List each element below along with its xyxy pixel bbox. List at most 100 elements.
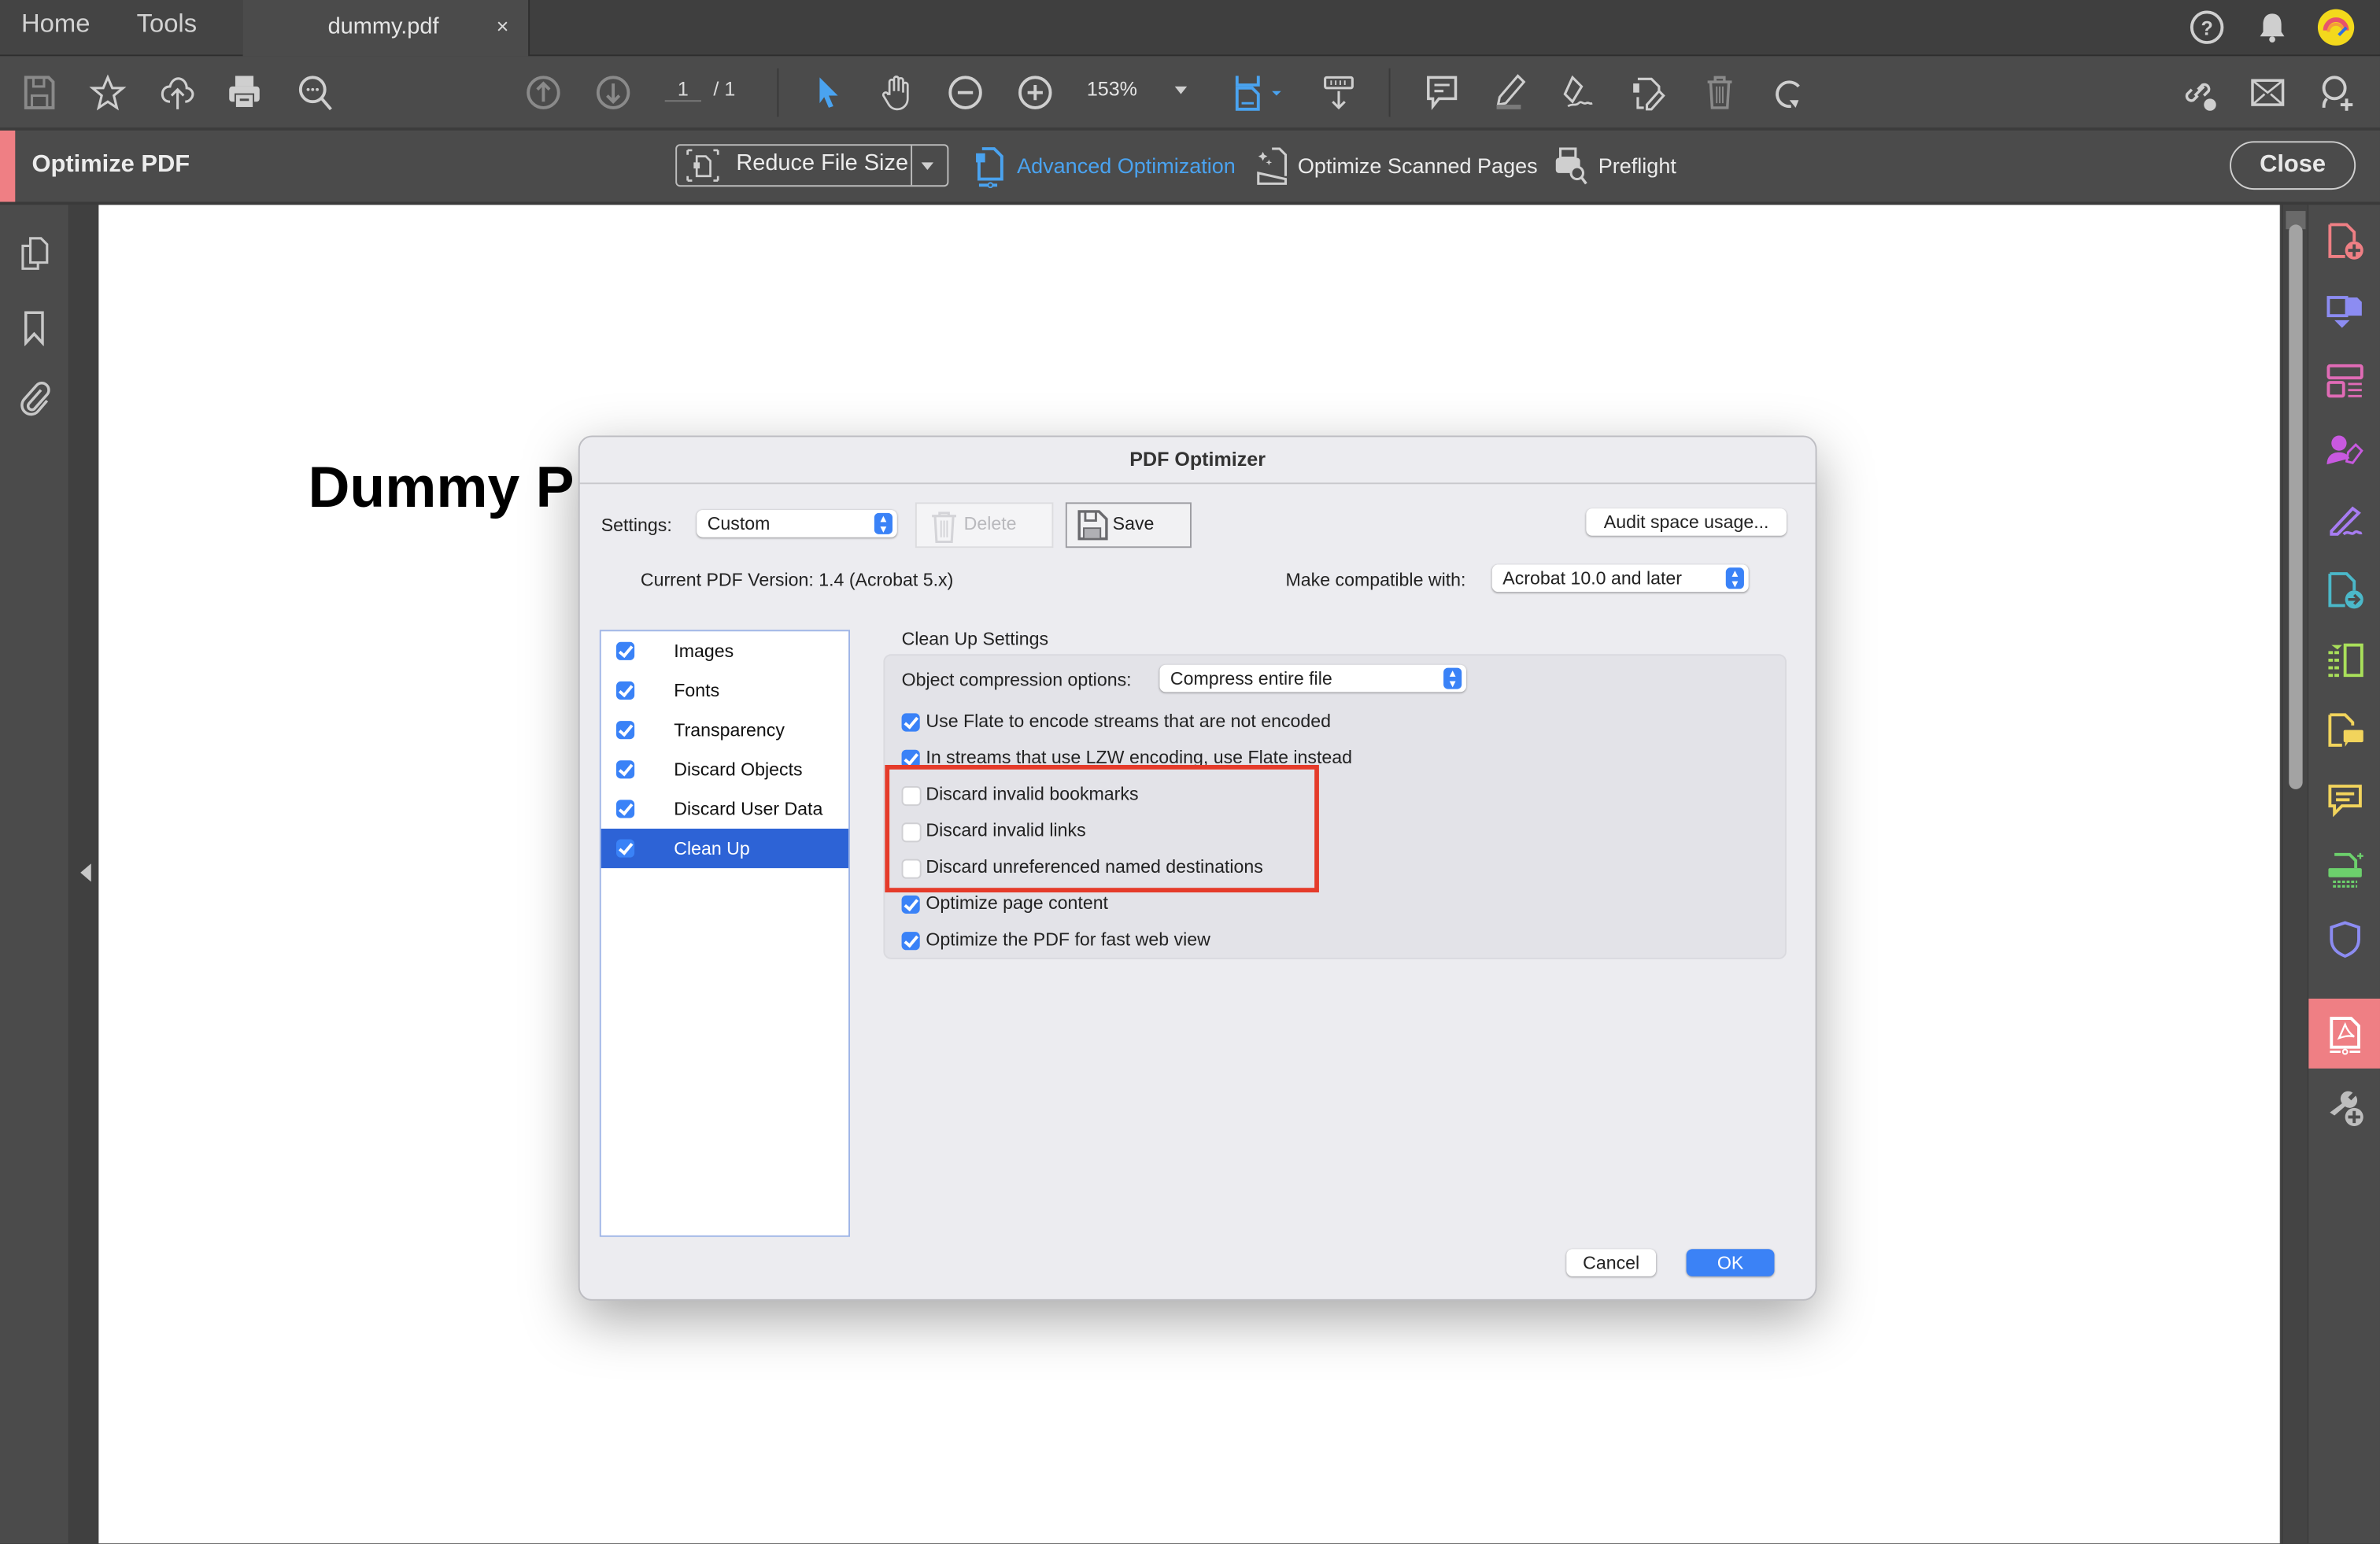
category-checkbox[interactable] xyxy=(615,681,635,700)
rotate-icon[interactable] xyxy=(1768,73,1808,113)
select-icon[interactable] xyxy=(809,73,848,113)
settings-select-value: Custom xyxy=(707,512,771,534)
preflight-link[interactable]: Preflight xyxy=(1598,153,1676,178)
cloud-upload-icon[interactable] xyxy=(158,73,198,113)
print-icon[interactable] xyxy=(224,73,264,113)
find-icon[interactable] xyxy=(296,73,335,113)
optimize-scanned-icon[interactable] xyxy=(1255,146,1288,185)
combine-files-tool[interactable] xyxy=(2308,275,2380,345)
audit-space-usage-button[interactable]: Audit space usage... xyxy=(1586,508,1787,536)
reduce-file-size-button[interactable]: Reduce File Size xyxy=(675,144,949,187)
previous-page-icon[interactable] xyxy=(523,73,563,113)
category-images[interactable]: Images xyxy=(601,631,848,670)
ok-button[interactable]: OK xyxy=(1686,1249,1775,1276)
vertical-scrollbar[interactable] xyxy=(2281,205,2309,1544)
optimize-pdf-icon xyxy=(2330,1017,2360,1055)
optimize-scanned-pages-link[interactable]: Optimize Scanned Pages xyxy=(1298,153,1538,178)
floppy-disk-icon xyxy=(1077,510,1108,541)
dialog-title: PDF Optimizer xyxy=(1129,447,1266,471)
advanced-optimization-icon[interactable] xyxy=(973,146,1006,189)
annotation-highlight-box xyxy=(885,764,1319,892)
scroll-mode-icon[interactable] xyxy=(1319,73,1358,113)
category-label: Discard User Data xyxy=(674,798,823,820)
category-discard-user-data[interactable]: Discard User Data xyxy=(601,789,848,829)
optimizer-category-list: Images Fonts Transparency Discard Object… xyxy=(599,630,850,1237)
document-tab[interactable]: dummy.pdf × xyxy=(242,0,530,57)
help-icon[interactable]: ? xyxy=(2187,8,2227,47)
close-tool-button[interactable]: Close xyxy=(2230,141,2356,190)
zoom-out-icon[interactable] xyxy=(945,73,985,113)
compression-select[interactable]: Compress entire file ▴ ▾ xyxy=(1159,664,1466,693)
save-preset-button[interactable]: Save xyxy=(1065,502,1192,549)
category-label: Discard Objects xyxy=(674,759,803,781)
cancel-button[interactable]: Cancel xyxy=(1566,1249,1657,1276)
star-icon[interactable] xyxy=(88,73,128,113)
delete-icon[interactable] xyxy=(1700,73,1739,113)
optimize-pdf-tool[interactable] xyxy=(2308,998,2380,1069)
page-number-input[interactable]: 1 xyxy=(664,77,701,102)
tab-tools[interactable]: Tools xyxy=(137,9,198,40)
scrollbar-thumb[interactable] xyxy=(2289,224,2303,789)
category-checkbox[interactable] xyxy=(615,721,635,740)
settings-select[interactable]: Custom ▴ ▾ xyxy=(697,509,897,537)
bookmarks-icon[interactable] xyxy=(17,309,53,346)
request-signatures-tool[interactable] xyxy=(2308,414,2380,484)
edit-pdf-icon[interactable] xyxy=(1628,73,1668,113)
category-checkbox[interactable] xyxy=(615,800,635,818)
split-divider xyxy=(911,146,913,186)
collapse-pane-icon[interactable] xyxy=(80,863,91,882)
category-clean-up[interactable]: Clean Up xyxy=(601,828,849,869)
organize-pages-tool[interactable] xyxy=(2308,345,2380,415)
category-discard-objects[interactable]: Discard Objects xyxy=(601,750,848,789)
settings-stepper-icon: ▴ ▾ xyxy=(874,512,893,535)
account-avatar[interactable] xyxy=(2316,8,2356,47)
option-checkbox[interactable] xyxy=(901,713,920,732)
more-tools[interactable] xyxy=(2308,1072,2380,1142)
share-link-icon[interactable] xyxy=(2178,73,2217,113)
create-pdf-icon xyxy=(2328,223,2363,260)
zoom-chevron-down-icon[interactable] xyxy=(1174,86,1188,94)
option-checkbox[interactable] xyxy=(901,932,920,951)
comment-tool[interactable] xyxy=(2308,763,2380,833)
tab-home[interactable]: Home xyxy=(21,9,90,40)
category-fonts[interactable]: Fonts xyxy=(601,670,848,710)
option-checkbox[interactable] xyxy=(901,895,920,914)
hand-icon[interactable] xyxy=(878,73,917,113)
category-checkbox[interactable] xyxy=(615,839,635,858)
page-thumbnails-icon[interactable] xyxy=(17,235,53,271)
next-page-icon[interactable] xyxy=(593,73,633,113)
email-icon[interactable] xyxy=(2248,73,2287,113)
zoom-level-dropdown[interactable]: 153% xyxy=(1087,77,1184,100)
tool-title: Optimize PDF xyxy=(31,151,190,178)
category-label: Clean Up xyxy=(674,837,750,859)
export-pdf-tool[interactable] xyxy=(2308,554,2380,624)
category-label: Fonts xyxy=(674,679,720,701)
create-pdf-tool[interactable] xyxy=(2308,205,2380,275)
compatibility-select[interactable]: Acrobat 10.0 and later ▴ ▾ xyxy=(1491,564,1749,593)
comment-icon[interactable] xyxy=(1422,73,1462,113)
add-user-icon[interactable] xyxy=(2316,73,2356,113)
sign-icon[interactable] xyxy=(1559,73,1598,113)
tab-bar: Home Tools dummy.pdf × ? xyxy=(0,0,2380,57)
advanced-optimization-link[interactable]: Advanced Optimization xyxy=(1017,153,1236,178)
protect-tool[interactable] xyxy=(2308,903,2380,973)
reduce-chevron-down-icon[interactable] xyxy=(921,162,934,170)
category-checkbox[interactable] xyxy=(615,641,635,660)
fit-page-icon[interactable] xyxy=(1232,73,1287,113)
fill-sign-tool[interactable] xyxy=(2308,484,2380,554)
zoom-in-icon[interactable] xyxy=(1015,73,1055,113)
bell-icon[interactable] xyxy=(2252,8,2292,47)
attachments-icon[interactable] xyxy=(17,381,53,417)
delete-preset-button[interactable]: Delete xyxy=(915,502,1054,549)
send-for-comments-tool[interactable] xyxy=(2308,693,2380,763)
category-checkbox[interactable] xyxy=(615,760,635,779)
svg-text:?: ? xyxy=(2201,17,2212,39)
category-transparency[interactable]: Transparency xyxy=(601,711,848,750)
save-icon[interactable] xyxy=(20,73,59,113)
highlight-icon[interactable] xyxy=(1491,73,1530,113)
close-tab-button[interactable]: × xyxy=(497,13,509,38)
compare-files-tool[interactable] xyxy=(2308,624,2380,694)
preflight-icon[interactable] xyxy=(1553,146,1589,185)
delete-label: Delete xyxy=(963,512,1017,534)
scan-ocr-tool[interactable] xyxy=(2308,833,2380,903)
